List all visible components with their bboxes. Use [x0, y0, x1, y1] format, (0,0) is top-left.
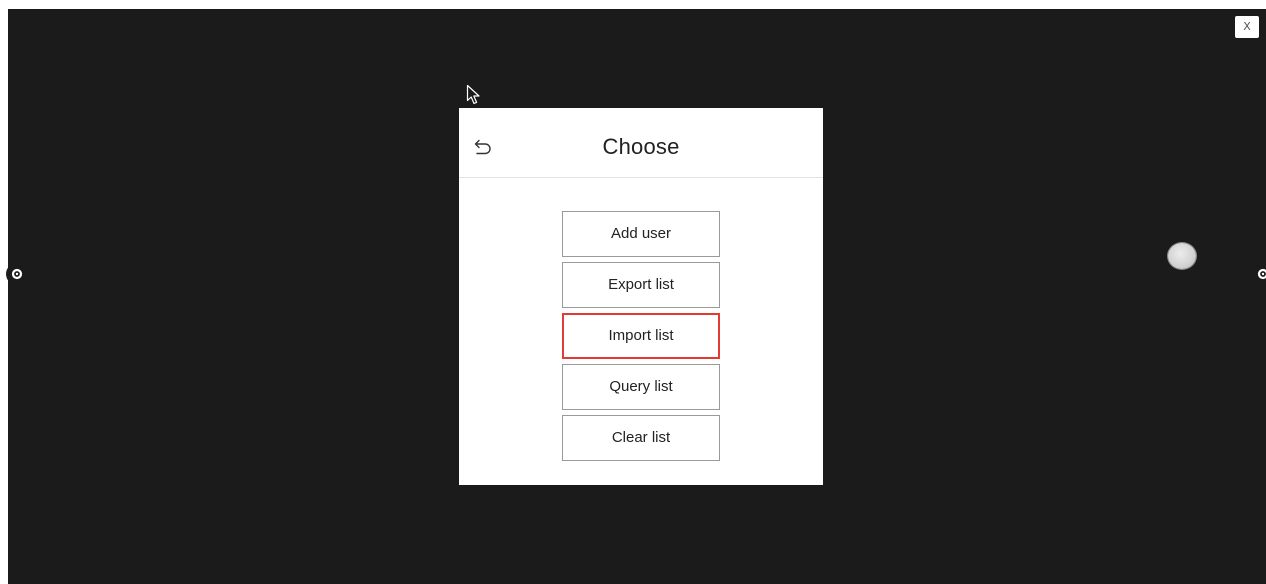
settings-dot-icon: [11, 268, 23, 280]
choose-dialog: Choose Add user Export list Import list …: [459, 108, 823, 485]
dialog-title: Choose: [602, 134, 680, 159]
left-side-handle[interactable]: [6, 263, 28, 285]
clear-list-button[interactable]: Clear list: [562, 415, 720, 461]
action-menu: Add user Export list Import list Query l…: [562, 211, 720, 466]
dialog-header: Choose: [459, 108, 823, 178]
close-button[interactable]: X: [1235, 16, 1259, 38]
mouse-cursor-icon: [466, 84, 480, 105]
import-list-button[interactable]: Import list: [562, 313, 720, 359]
add-user-button[interactable]: Add user: [562, 211, 720, 257]
floating-ball-icon[interactable]: [1168, 243, 1196, 269]
export-list-button[interactable]: Export list: [562, 262, 720, 308]
settings-dot-icon: [1257, 268, 1266, 280]
query-list-button[interactable]: Query list: [562, 364, 720, 410]
